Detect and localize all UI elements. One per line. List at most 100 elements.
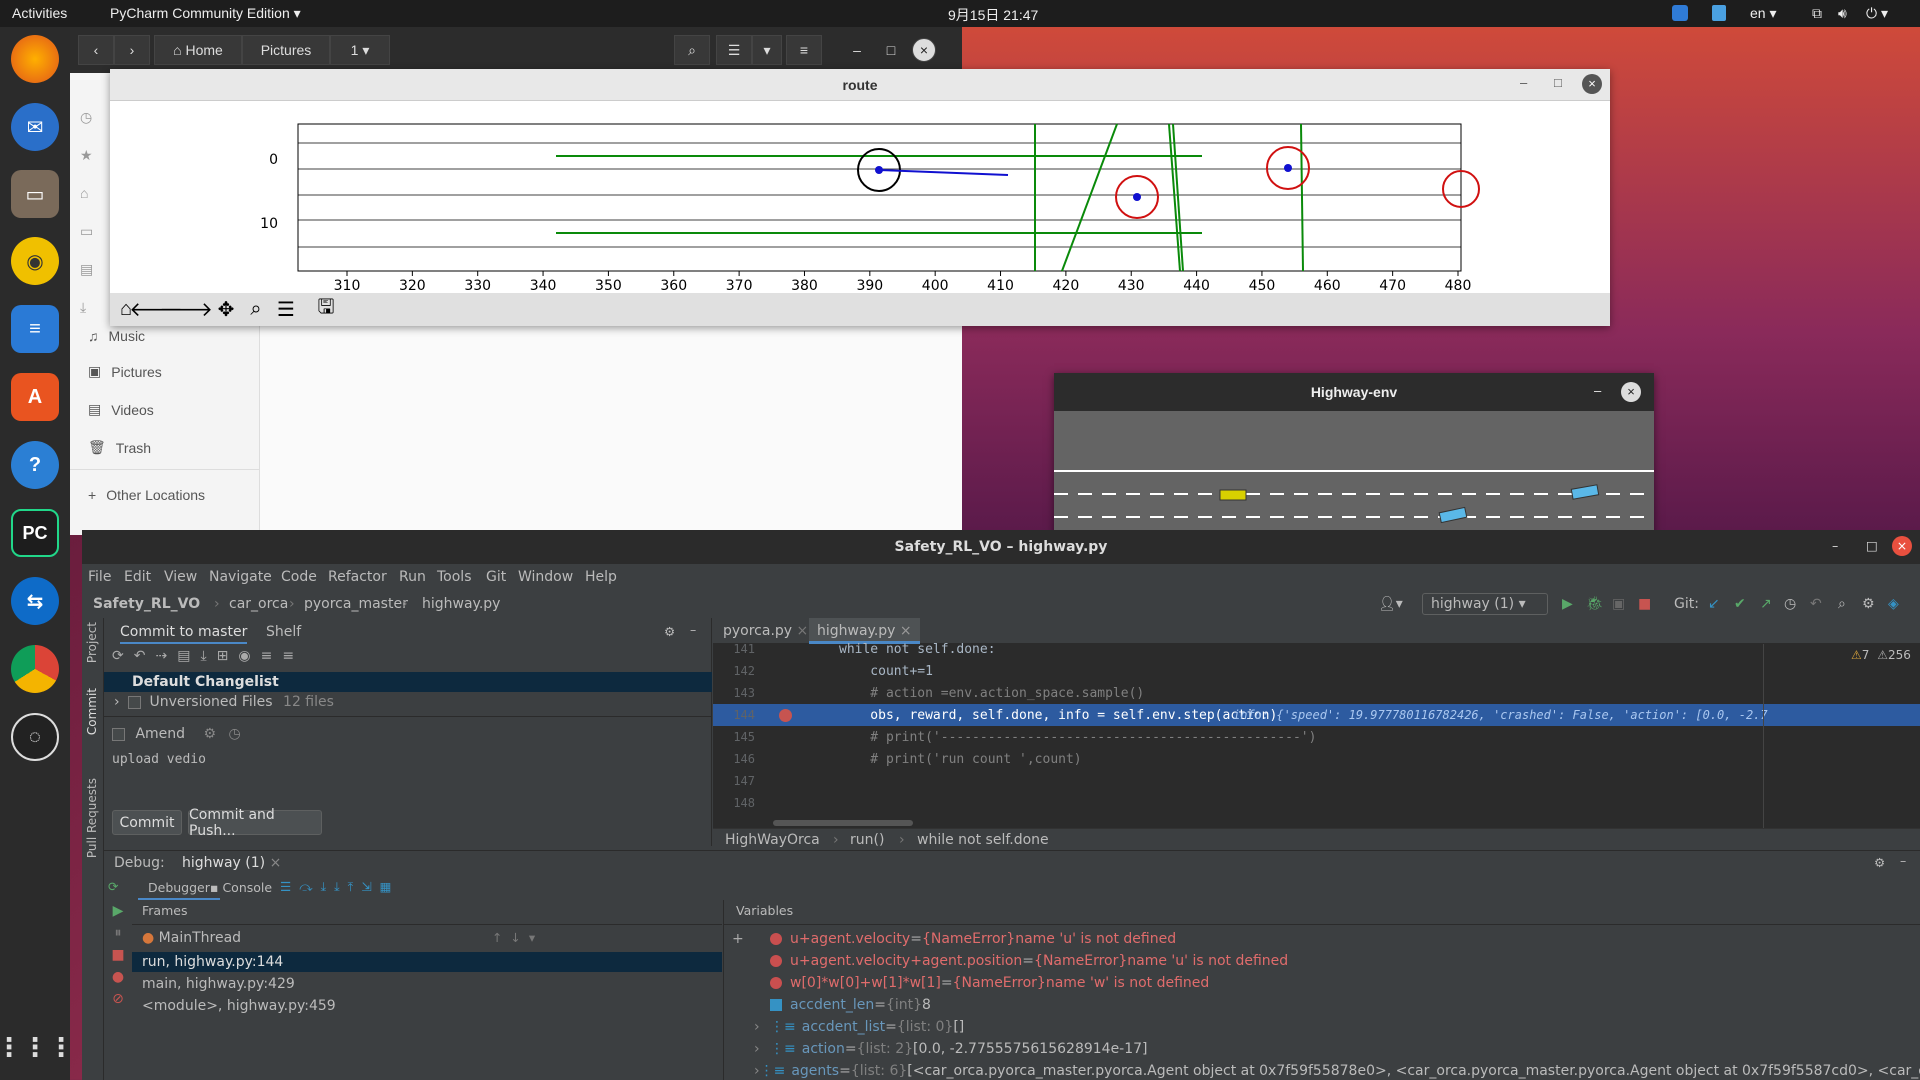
menu-window[interactable]: Window: [518, 569, 573, 585]
tray-icon-2[interactable]: [1712, 5, 1726, 21]
sidebar-item-trash[interactable]: 🗑︎ Trash: [88, 439, 151, 456]
files-icon[interactable]: ▭: [11, 170, 59, 218]
download-icon[interactable]: ⤓: [200, 648, 216, 664]
menu-refactor[interactable]: Refactor: [328, 569, 387, 585]
close-icon[interactable]: ×: [912, 38, 936, 62]
run-icon[interactable]: ▶: [1562, 596, 1573, 612]
expand-icon[interactable]: ›: [754, 1041, 770, 1057]
commit-message[interactable]: upload vedio: [112, 752, 704, 796]
rerun-icon[interactable]: ⟳: [108, 879, 118, 894]
changelist-row[interactable]: Default Changelist: [104, 672, 712, 692]
tray-icon-1[interactable]: [1672, 5, 1688, 21]
menu-view[interactable]: View: [164, 569, 197, 585]
minimize-icon[interactable]: –: [1594, 383, 1601, 398]
run-to-cursor-icon[interactable]: ⇲: [361, 879, 379, 894]
variable-row[interactable]: › ⋮≡ agents = {list: 6} [<car_orca.pyorca_…: [754, 1060, 1920, 1080]
menu-icon[interactable]: ≡: [786, 35, 822, 65]
close-icon[interactable]: ×: [1621, 382, 1641, 402]
minimize-icon[interactable]: –: [842, 35, 872, 65]
gear-icon[interactable]: ⚙: [664, 624, 675, 639]
amend-label[interactable]: Amend: [135, 726, 185, 742]
breakpoint-icon[interactable]: [779, 708, 792, 722]
crumb-method[interactable]: run(): [850, 832, 884, 848]
clock[interactable]: 9月15日 21:47: [948, 5, 1038, 25]
mute-breakpoints-icon[interactable]: ⊘: [104, 988, 132, 1010]
amend-settings-icon[interactable]: ⚙: [204, 726, 217, 742]
chrome-icon[interactable]: [11, 645, 59, 693]
menu-code[interactable]: Code: [281, 569, 317, 585]
configure-subplots-icon[interactable]: ☰: [273, 296, 299, 322]
code-line[interactable]: 143 # action =env.action_space.sample(): [713, 682, 1920, 704]
run-config-select[interactable]: highway (1) ▾: [1422, 593, 1548, 615]
hide-icon[interactable]: –: [690, 622, 696, 637]
close-icon[interactable]: ×: [797, 623, 809, 639]
menu-file[interactable]: File: [88, 569, 111, 585]
pycharm-icon[interactable]: PC: [11, 509, 59, 557]
back-button[interactable]: ‹: [78, 35, 114, 65]
thunderbird-icon[interactable]: ✉: [11, 103, 59, 151]
git-commit-icon[interactable]: ✔: [1734, 596, 1746, 612]
variable-row[interactable]: w[0]*w[0]+w[1]*w[1] = {NameError} name 'w…: [754, 972, 1920, 994]
project-tab[interactable]: Project: [85, 622, 99, 663]
breadcrumb-folder[interactable]: car_orca: [229, 596, 288, 612]
help-icon[interactable]: ?: [11, 441, 59, 489]
breadcrumb-project[interactable]: Safety_RL_VO: [93, 596, 200, 612]
stop-icon[interactable]: ■: [1638, 596, 1651, 612]
debug-session-tab[interactable]: highway (1) ×: [182, 855, 281, 871]
search-icon[interactable]: ⌕: [674, 35, 710, 65]
power-icon[interactable]: ⏻ ▾: [1866, 5, 1888, 22]
git-push-icon[interactable]: ↗: [1760, 596, 1772, 612]
hide-icon[interactable]: –: [1900, 853, 1906, 868]
git-update-icon[interactable]: ↙: [1708, 596, 1720, 612]
horizontal-scrollbar[interactable]: [773, 820, 913, 826]
path-home[interactable]: ⌂ Home: [154, 35, 242, 65]
minimize-icon[interactable]: –: [1832, 538, 1838, 553]
variable-row[interactable]: u+agent.velocity = {NameError} name 'u' i…: [754, 928, 1920, 950]
pull-requests-tab[interactable]: Pull Requests: [85, 778, 99, 858]
step-into-icon[interactable]: ⤓: [321, 879, 335, 894]
language-indicator[interactable]: en ▾: [1750, 5, 1777, 22]
variable-row[interactable]: › ⋮≡ accdent_list = {list: 0} []: [754, 1016, 1920, 1038]
tab-console[interactable]: ▪ Console: [210, 880, 272, 895]
unversioned-checkbox[interactable]: [128, 695, 142, 709]
frame-row-selected[interactable]: run, highway.py:144: [132, 952, 722, 972]
tab-debugger[interactable]: Debugger: [138, 876, 220, 900]
commit-and-push-button[interactable]: Commit and Push...: [188, 807, 322, 839]
variable-row[interactable]: accdent_len = {int} 8: [754, 994, 1920, 1016]
tab-pyorca[interactable]: pyorca.py ×: [723, 623, 808, 639]
gear-icon[interactable]: ⚙: [1874, 855, 1885, 870]
path-sub[interactable]: 1 ▾: [330, 35, 390, 65]
menu-tools[interactable]: Tools: [437, 569, 472, 585]
breadcrumb-file[interactable]: highway.py: [422, 596, 500, 612]
menu-help[interactable]: Help: [585, 569, 617, 585]
sidebar-item-pictures[interactable]: ▣ Pictures: [88, 363, 162, 380]
unversioned-row[interactable]: › Unversioned Files 12 files: [114, 694, 334, 710]
expand-all-icon[interactable]: ≡: [261, 648, 283, 664]
sidebar-item-other-locations[interactable]: + Other Locations: [88, 487, 205, 503]
code-line[interactable]: 142 count+=1: [713, 660, 1920, 682]
maximize-icon[interactable]: □: [1554, 75, 1562, 90]
rollback-icon[interactable]: ↶: [134, 648, 156, 664]
minimize-icon[interactable]: –: [1520, 75, 1527, 90]
add-watch-icon[interactable]: +: [732, 928, 748, 950]
crumb-class[interactable]: HighWayOrca: [725, 832, 820, 848]
amend-checkbox[interactable]: [112, 727, 125, 741]
zoom-icon[interactable]: ⌕: [243, 296, 269, 322]
frame-nav-icons[interactable]: ↑ ↓ ▾: [492, 930, 535, 945]
list-view-icon[interactable]: ☰: [716, 35, 752, 65]
tab-commit-to-master[interactable]: Commit to master: [120, 624, 248, 644]
breakpoints-icon[interactable]: ●: [104, 966, 132, 988]
menu-git[interactable]: Git: [486, 569, 506, 585]
view-options-icon[interactable]: ▾: [752, 35, 782, 65]
resume-icon[interactable]: ▶: [104, 900, 132, 922]
breadcrumb-subfolder[interactable]: pyorca_master: [304, 596, 408, 612]
expand-icon[interactable]: ›: [754, 1019, 770, 1035]
maximize-icon[interactable]: □: [1866, 538, 1878, 553]
git-rollback-icon[interactable]: ↶: [1810, 596, 1822, 612]
step-out-icon[interactable]: ⤒: [348, 879, 362, 894]
git-history-icon[interactable]: ◷: [1784, 596, 1796, 612]
variable-row[interactable]: u+agent.velocity+agent.position = {NameE…: [754, 950, 1920, 972]
commit-button[interactable]: Commit: [112, 810, 182, 835]
search-icon[interactable]: ⌕: [1838, 596, 1846, 612]
close-icon[interactable]: ×: [1892, 536, 1912, 556]
